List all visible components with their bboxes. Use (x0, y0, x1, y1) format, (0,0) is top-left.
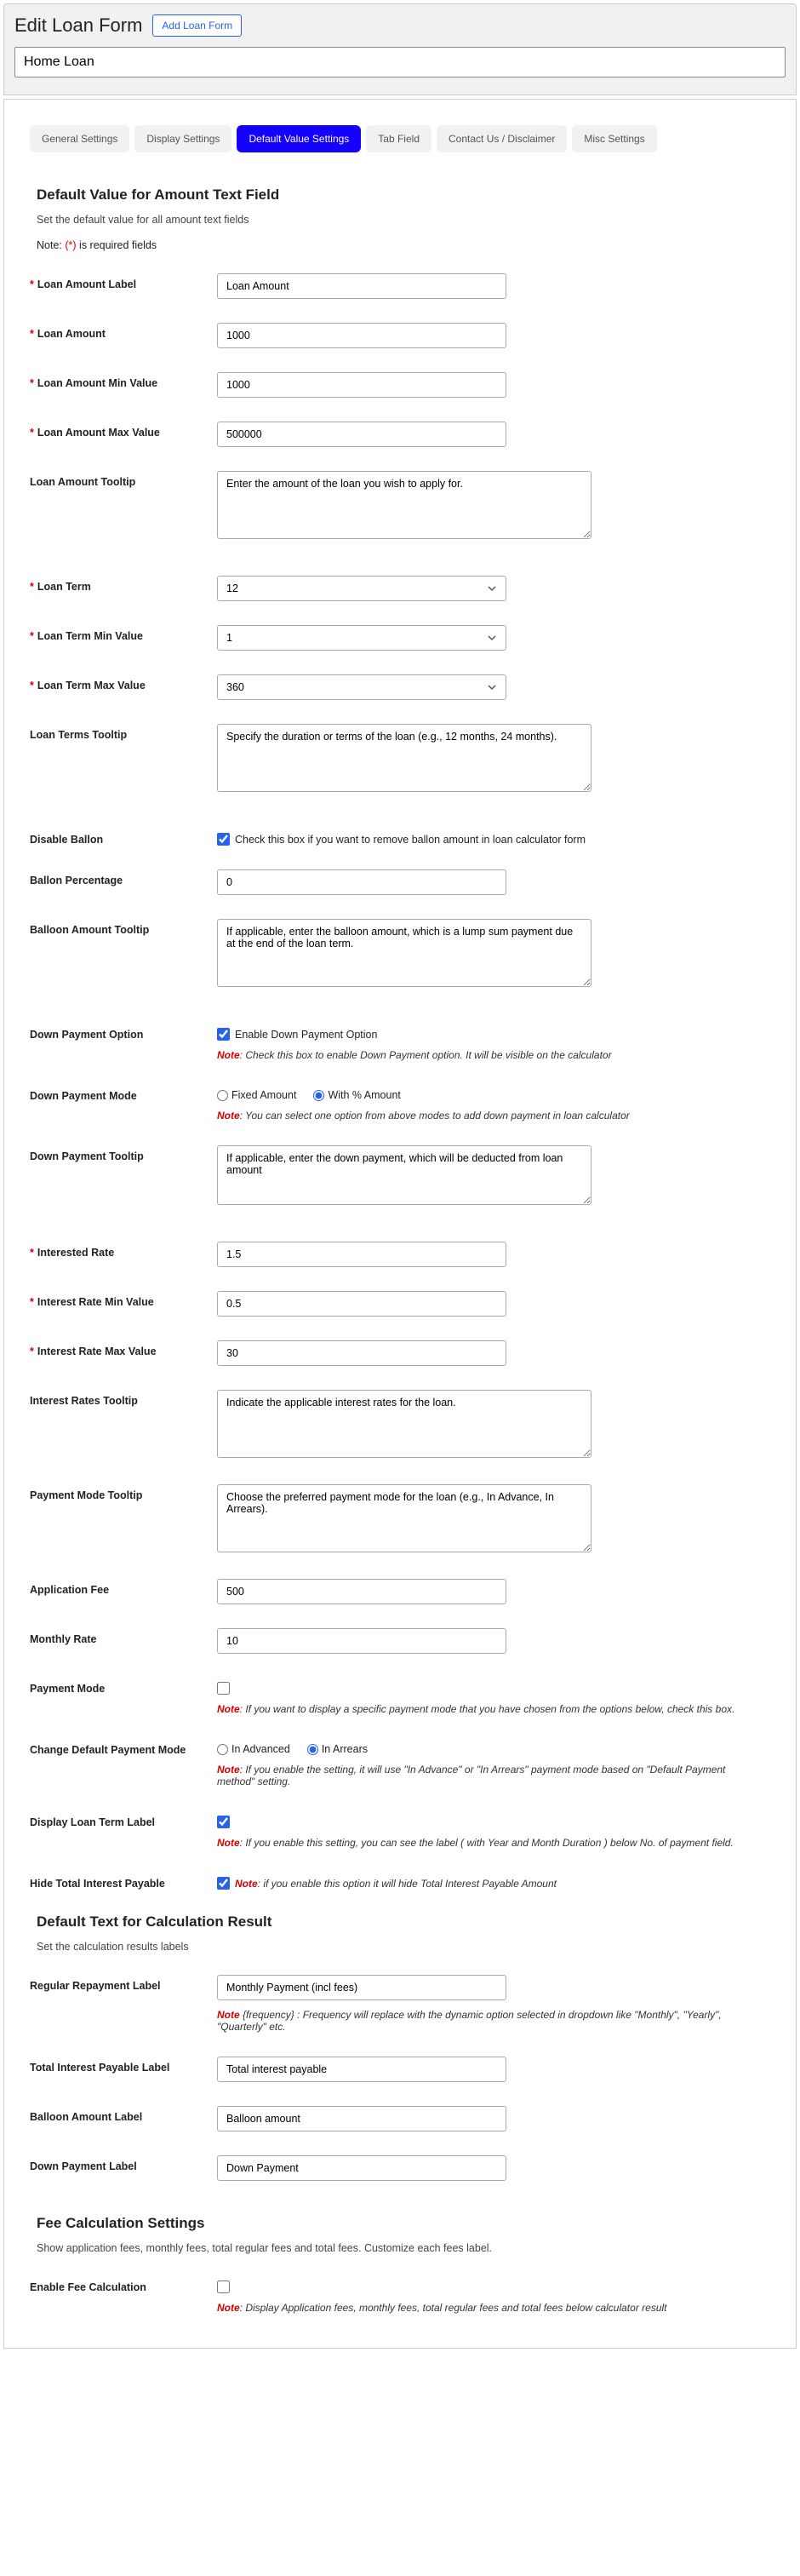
tab-contact-disclaimer[interactable]: Contact Us / Disclaimer (437, 125, 567, 152)
input-regular-repayment[interactable] (217, 1975, 506, 2000)
checkbox-enable-fee[interactable] (217, 2281, 230, 2293)
section-calc-heading: Default Text for Calculation Result (37, 1913, 770, 1931)
note-down-payment-mode: Note: You can select one option from abo… (217, 1110, 745, 1122)
tab-tab-field[interactable]: Tab Field (366, 125, 431, 152)
input-loan-amount-min[interactable] (217, 372, 506, 398)
select-loan-term[interactable]: 12 (217, 576, 506, 601)
label-loan-terms-tooltip: Loan Terms Tooltip (30, 724, 217, 741)
textarea-balloon-tooltip[interactable] (217, 919, 591, 987)
checkbox-payment-mode[interactable] (217, 1682, 230, 1695)
checkbox-display-loan-term-label[interactable] (217, 1816, 230, 1828)
label-ballon-percentage: Ballon Percentage (30, 869, 217, 886)
note-hide-total-interest: Note: if you enable this option it will … (235, 1878, 557, 1890)
section-fee-heading: Fee Calculation Settings (37, 2215, 770, 2232)
label-down-payment-option: Down Payment Option (30, 1024, 217, 1041)
label-interest-rate-max: *Interest Rate Max Value (30, 1340, 217, 1357)
checkbox-disable-ballon-text: Check this box if you want to remove bal… (235, 834, 586, 846)
input-ballon-percentage[interactable] (217, 869, 506, 895)
section-fee-subtitle: Show application fees, monthly fees, tot… (37, 2242, 770, 2254)
section-default-amount: Default Value for Amount Text Field Set … (30, 186, 770, 1890)
textarea-down-payment-tooltip[interactable] (217, 1145, 591, 1205)
radio-cdpm-arrears[interactable] (307, 1744, 318, 1755)
label-down-payment-mode: Down Payment Mode (30, 1085, 217, 1102)
input-interest-rate-min[interactable] (217, 1291, 506, 1317)
label-interest-rates-tooltip: Interest Rates Tooltip (30, 1390, 217, 1407)
note-down-payment-option: Note: Check this box to enable Down Paym… (217, 1049, 745, 1061)
input-application-fee[interactable] (217, 1579, 506, 1604)
tab-default-value-settings[interactable]: Default Value Settings (237, 125, 361, 152)
label-loan-amount-max: *Loan Amount Max Value (30, 422, 217, 439)
textarea-loan-amount-tooltip[interactable] (217, 471, 591, 539)
radio-dp-percent[interactable] (313, 1090, 324, 1101)
input-down-payment-label[interactable] (217, 2155, 506, 2181)
label-application-fee: Application Fee (30, 1579, 217, 1596)
note-regular-repayment: Note {frequency} : Frequency will replac… (217, 2009, 745, 2033)
note-payment-mode: Note: If you want to display a specific … (217, 1703, 745, 1715)
checkbox-hide-total-interest[interactable] (217, 1877, 230, 1890)
textarea-payment-mode-tooltip[interactable] (217, 1484, 591, 1552)
textarea-interest-rates-tooltip[interactable] (217, 1390, 591, 1458)
checkbox-disable-ballon[interactable] (217, 833, 230, 846)
input-loan-amount[interactable] (217, 323, 506, 348)
label-hide-total-interest: Hide Total Interest Payable (30, 1873, 217, 1890)
settings-tabs: General Settings Display Settings Defaul… (30, 125, 770, 152)
label-balloon-amount: Balloon Amount Label (30, 2106, 217, 2123)
label-disable-ballon: Disable Ballon (30, 829, 217, 846)
label-loan-term-min: *Loan Term Min Value (30, 625, 217, 642)
tab-general-settings[interactable]: General Settings (30, 125, 129, 152)
form-name-input[interactable] (14, 47, 786, 77)
tab-misc-settings[interactable]: Misc Settings (572, 125, 656, 152)
label-enable-fee: Enable Fee Calculation (30, 2276, 217, 2293)
input-total-interest-payable[interactable] (217, 2057, 506, 2082)
label-regular-repayment: Regular Repayment Label (30, 1975, 217, 1992)
input-loan-amount-label[interactable] (217, 273, 506, 299)
label-loan-amount: *Loan Amount (30, 323, 217, 340)
label-down-payment-tooltip: Down Payment Tooltip (30, 1145, 217, 1162)
section-fee-calc: Fee Calculation Settings Show applicatio… (30, 2215, 770, 2314)
settings-panel: General Settings Display Settings Defaul… (3, 99, 797, 2349)
input-interest-rate-max[interactable] (217, 1340, 506, 1366)
radio-dp-fixed[interactable] (217, 1090, 228, 1101)
label-display-loan-term-label: Display Loan Term Label (30, 1811, 217, 1828)
label-change-default-payment-mode: Change Default Payment Mode (30, 1739, 217, 1756)
label-payment-mode: Payment Mode (30, 1678, 217, 1695)
required-note: Note: (*) is required fields (37, 239, 770, 251)
tab-display-settings[interactable]: Display Settings (134, 125, 231, 152)
select-loan-term-min[interactable]: 1 (217, 625, 506, 651)
label-loan-term: *Loan Term (30, 576, 217, 593)
note-change-default-payment-mode: Note: If you enable the setting, it will… (217, 1764, 745, 1787)
section-heading: Default Value for Amount Text Field (37, 186, 770, 204)
checkbox-down-payment-option[interactable] (217, 1028, 230, 1041)
label-payment-mode-tooltip: Payment Mode Tooltip (30, 1484, 217, 1501)
select-loan-term-max[interactable]: 360 (217, 674, 506, 700)
note-enable-fee: Note: Display Application fees, monthly … (217, 2302, 745, 2314)
label-loan-amount-label: *Loan Amount Label (30, 273, 217, 290)
section-subtitle: Set the default value for all amount tex… (37, 214, 770, 226)
radio-cdpm-advanced[interactable] (217, 1744, 228, 1755)
input-loan-amount-max[interactable] (217, 422, 506, 447)
label-interest-rate: *Interested Rate (30, 1242, 217, 1259)
page-header: Edit Loan Form Add Loan Form (3, 3, 797, 95)
input-monthly-rate[interactable] (217, 1628, 506, 1654)
checkbox-down-payment-option-text: Enable Down Payment Option (235, 1029, 377, 1041)
add-loan-form-button[interactable]: Add Loan Form (152, 14, 242, 37)
section-calc-subtitle: Set the calculation results labels (37, 1941, 770, 1953)
label-loan-amount-tooltip: Loan Amount Tooltip (30, 471, 217, 488)
input-balloon-amount-label[interactable] (217, 2106, 506, 2131)
section-calc-result: Default Text for Calculation Result Set … (30, 1913, 770, 2181)
label-monthly-rate: Monthly Rate (30, 1628, 217, 1645)
label-down-payment: Down Payment Label (30, 2155, 217, 2172)
label-loan-term-max: *Loan Term Max Value (30, 674, 217, 691)
input-interest-rate[interactable] (217, 1242, 506, 1267)
label-interest-rate-min: *Interest Rate Min Value (30, 1291, 217, 1308)
page-title: Edit Loan Form (14, 14, 142, 37)
label-balloon-tooltip: Balloon Amount Tooltip (30, 919, 217, 936)
label-loan-amount-min: *Loan Amount Min Value (30, 372, 217, 389)
textarea-loan-terms-tooltip[interactable] (217, 724, 591, 792)
note-display-loan-term-label: Note: If you enable this setting, you ca… (217, 1837, 745, 1849)
label-total-interest-payable: Total Interest Payable Label (30, 2057, 217, 2074)
